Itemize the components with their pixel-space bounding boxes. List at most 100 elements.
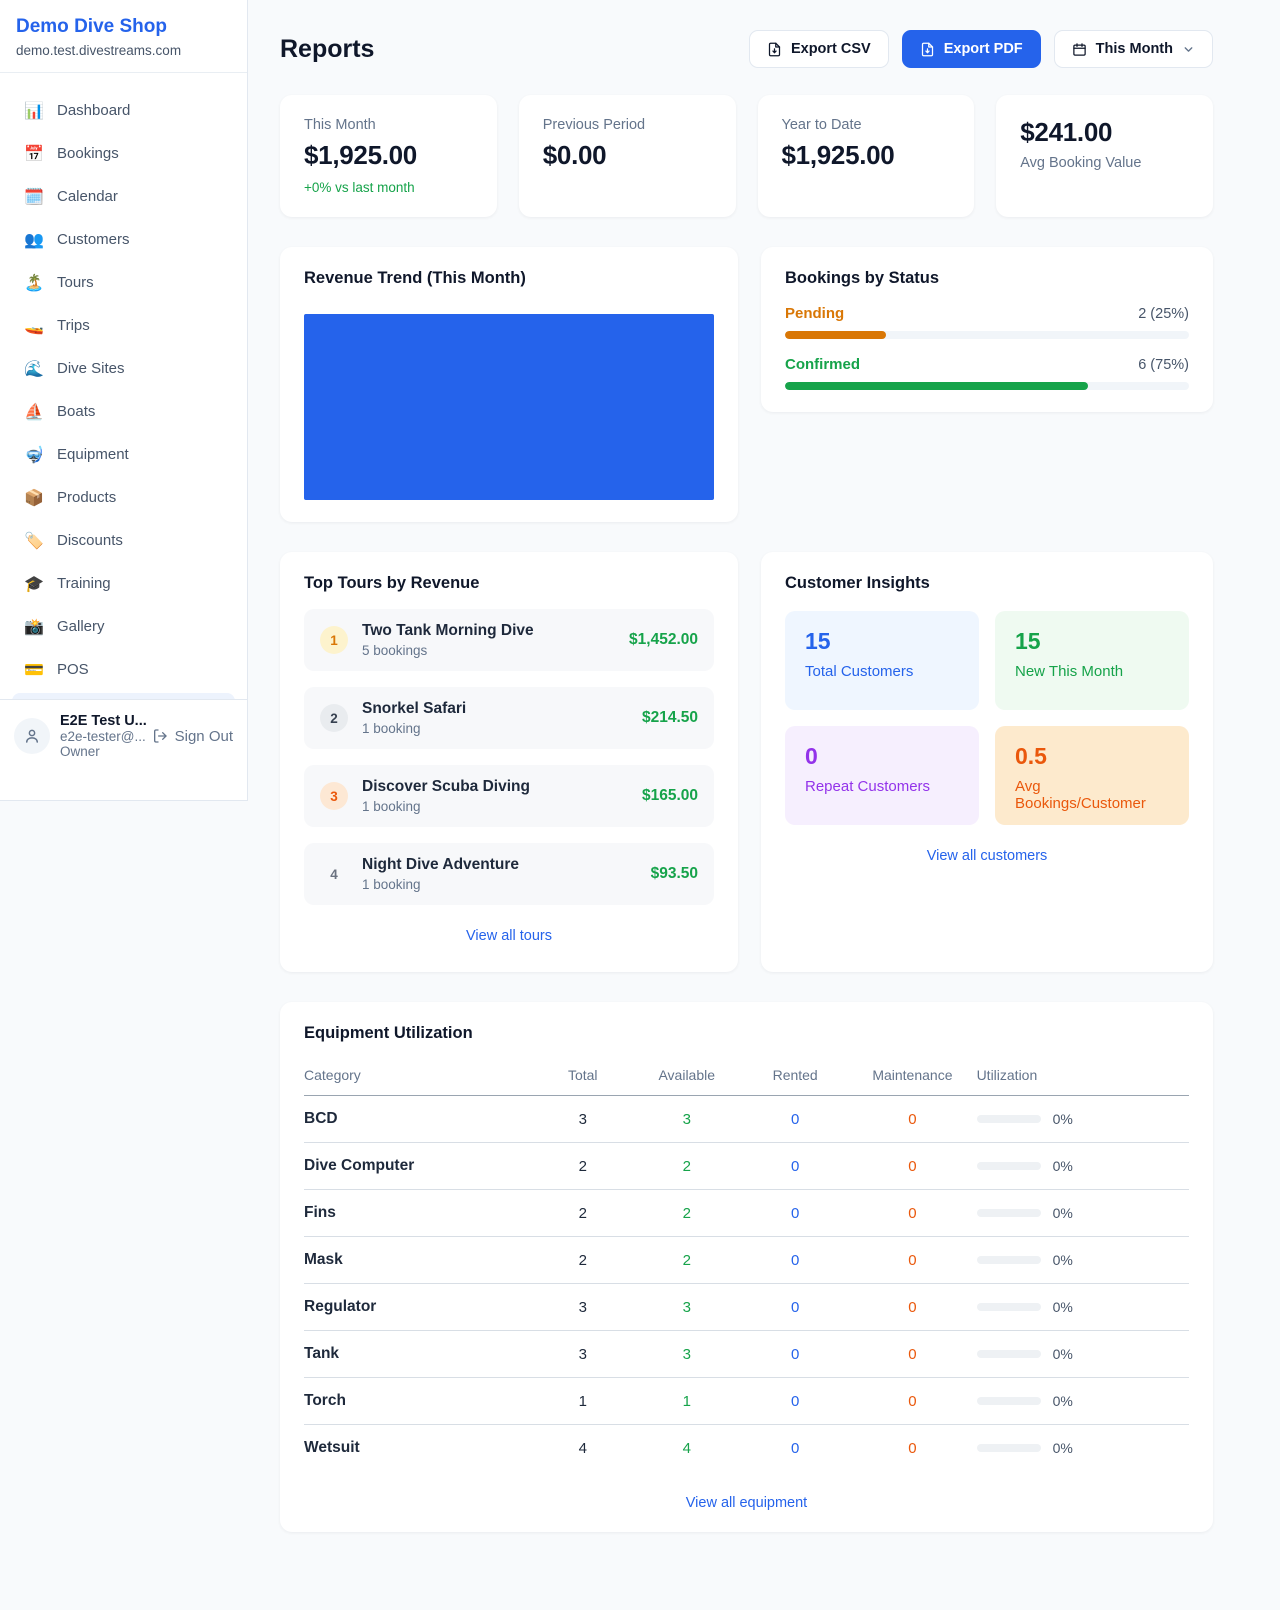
utilization-percent: 0% xyxy=(1053,1252,1073,1268)
revenue-trend-chart xyxy=(304,314,714,500)
sidebar-item-pos[interactable]: 💳 POS xyxy=(12,648,235,691)
sidebar-item-dive-sites[interactable]: 🌊 Dive Sites xyxy=(12,347,235,390)
diving-mask-icon: 🤿 xyxy=(24,445,44,465)
sidebar-item-gallery[interactable]: 📸 Gallery xyxy=(12,605,235,648)
cell-total: 3 xyxy=(534,1331,631,1378)
sidebar-item-tours[interactable]: 🏝️ Tours xyxy=(12,261,235,304)
tour-revenue: $214.50 xyxy=(642,709,698,727)
cell-maintenance: 0 xyxy=(848,1331,976,1378)
cell-rented: 0 xyxy=(742,1284,848,1331)
sidebar-item-customers[interactable]: 👥 Customers xyxy=(12,218,235,261)
sign-out-button[interactable]: Sign Out xyxy=(152,728,233,745)
table-row: Regulator33000% xyxy=(304,1284,1189,1331)
cell-category: Mask xyxy=(304,1237,534,1284)
period-dropdown[interactable]: This Month xyxy=(1054,30,1213,68)
utilization-percent: 0% xyxy=(1053,1346,1073,1362)
stat-card-this-month: This Month $1,925.00 +0% vs last month xyxy=(280,95,497,217)
sidebar-item-label: Dive Sites xyxy=(57,360,125,377)
equipment-utilization-card: Equipment Utilization Category Total Ava… xyxy=(280,1002,1213,1532)
sidebar-item-label: Tours xyxy=(57,274,94,291)
cell-utilization: 0% xyxy=(977,1237,1189,1284)
tour-row: 2 Snorkel Safari 1 booking $214.50 xyxy=(304,687,714,749)
stat-card-avg-booking-value: $241.00 Avg Booking Value xyxy=(996,95,1213,217)
sailboat-icon: ⛵ xyxy=(24,402,44,422)
tile-value: 15 xyxy=(805,628,959,655)
cell-rented: 0 xyxy=(742,1378,848,1425)
view-all-tours-link[interactable]: View all tours xyxy=(466,928,552,944)
sidebar-item-label: Calendar xyxy=(57,188,118,205)
tile-label: Repeat Customers xyxy=(805,778,959,795)
utilization-bar xyxy=(977,1444,1041,1452)
export-pdf-button[interactable]: Export PDF xyxy=(902,30,1041,68)
cell-category: Torch xyxy=(304,1378,534,1425)
sidebar-item-label: Dashboard xyxy=(57,102,130,119)
cell-utilization: 0% xyxy=(977,1331,1189,1378)
utilization-bar xyxy=(977,1209,1041,1217)
sidebar-item-discounts[interactable]: 🏷️ Discounts xyxy=(12,519,235,562)
cell-rented: 0 xyxy=(742,1096,848,1143)
column-available: Available xyxy=(631,1057,742,1096)
sidebar-item-label: Gallery xyxy=(57,618,105,635)
stat-value: $241.00 xyxy=(1020,117,1189,148)
cell-category: Wetsuit xyxy=(304,1425,534,1472)
tour-revenue: $93.50 xyxy=(651,865,698,883)
cell-maintenance: 0 xyxy=(848,1284,976,1331)
tile-label: New This Month xyxy=(1015,663,1169,680)
sidebar-item-training[interactable]: 🎓 Training xyxy=(12,562,235,605)
tile-label: Avg Bookings/Customer xyxy=(1015,778,1169,812)
utilization-bar xyxy=(977,1397,1041,1405)
customer-insights-title: Customer Insights xyxy=(785,574,1189,593)
sidebar-item-products[interactable]: 📦 Products xyxy=(12,476,235,519)
sidebar-item-calendar[interactable]: 🗓️ Calendar xyxy=(12,175,235,218)
utilization-bar xyxy=(977,1115,1041,1123)
cell-rented: 0 xyxy=(742,1331,848,1378)
column-utilization: Utilization xyxy=(977,1057,1189,1096)
sidebar-item-boats[interactable]: ⛵ Boats xyxy=(12,390,235,433)
view-all-customers-link[interactable]: View all customers xyxy=(927,848,1048,864)
export-csv-button[interactable]: Export CSV xyxy=(749,30,889,68)
cell-available: 3 xyxy=(631,1096,742,1143)
sidebar-item-bookings[interactable]: 📅 Bookings xyxy=(12,132,235,175)
table-row: Wetsuit44000% xyxy=(304,1425,1189,1472)
sidebar-item-equipment[interactable]: 🤿 Equipment xyxy=(12,433,235,476)
table-row: Torch11000% xyxy=(304,1378,1189,1425)
utilization-percent: 0% xyxy=(1053,1393,1073,1409)
stat-label: Year to Date xyxy=(782,117,951,133)
sidebar-item-trips[interactable]: 🚤 Trips xyxy=(12,304,235,347)
cell-total: 2 xyxy=(534,1143,631,1190)
sidebar-item-label: Trips xyxy=(57,317,90,334)
view-all-equipment-link[interactable]: View all equipment xyxy=(686,1495,807,1511)
file-download-icon xyxy=(920,42,935,57)
credit-card-icon: 💳 xyxy=(24,660,44,680)
sidebar-item-label: Products xyxy=(57,489,116,506)
status-label: Confirmed xyxy=(785,356,860,373)
cell-total: 4 xyxy=(534,1425,631,1472)
tile-total-customers: 15 Total Customers xyxy=(785,611,979,710)
cell-maintenance: 0 xyxy=(848,1237,976,1284)
top-tours-title: Top Tours by Revenue xyxy=(304,574,714,593)
cell-available: 2 xyxy=(631,1190,742,1237)
utilization-percent: 0% xyxy=(1053,1440,1073,1456)
cell-rented: 0 xyxy=(742,1143,848,1190)
cell-utilization: 0% xyxy=(977,1378,1189,1425)
equipment-table: Category Total Available Rented Maintena… xyxy=(304,1057,1189,1472)
tile-new-this-month: 15 New This Month xyxy=(995,611,1189,710)
cell-utilization: 0% xyxy=(977,1425,1189,1472)
sidebar-item-dashboard[interactable]: 📊 Dashboard xyxy=(12,89,235,132)
cell-category: Tank xyxy=(304,1331,534,1378)
sidebar: Demo Dive Shop demo.test.divestreams.com… xyxy=(0,0,248,801)
stat-label: This Month xyxy=(304,117,473,133)
cell-total: 3 xyxy=(534,1096,631,1143)
tile-label: Total Customers xyxy=(805,663,959,680)
cell-maintenance: 0 xyxy=(848,1143,976,1190)
tour-name: Night Dive Adventure xyxy=(362,856,637,874)
column-total: Total xyxy=(534,1057,631,1096)
cell-maintenance: 0 xyxy=(848,1096,976,1143)
tour-row: 1 Two Tank Morning Dive 5 bookings $1,45… xyxy=(304,609,714,671)
page-title: Reports xyxy=(280,35,374,64)
cell-total: 2 xyxy=(534,1237,631,1284)
tour-bookings: 5 bookings xyxy=(362,643,615,658)
shop-name: Demo Dive Shop xyxy=(16,16,231,38)
sign-out-label: Sign Out xyxy=(175,728,233,745)
tile-value: 0.5 xyxy=(1015,743,1169,770)
